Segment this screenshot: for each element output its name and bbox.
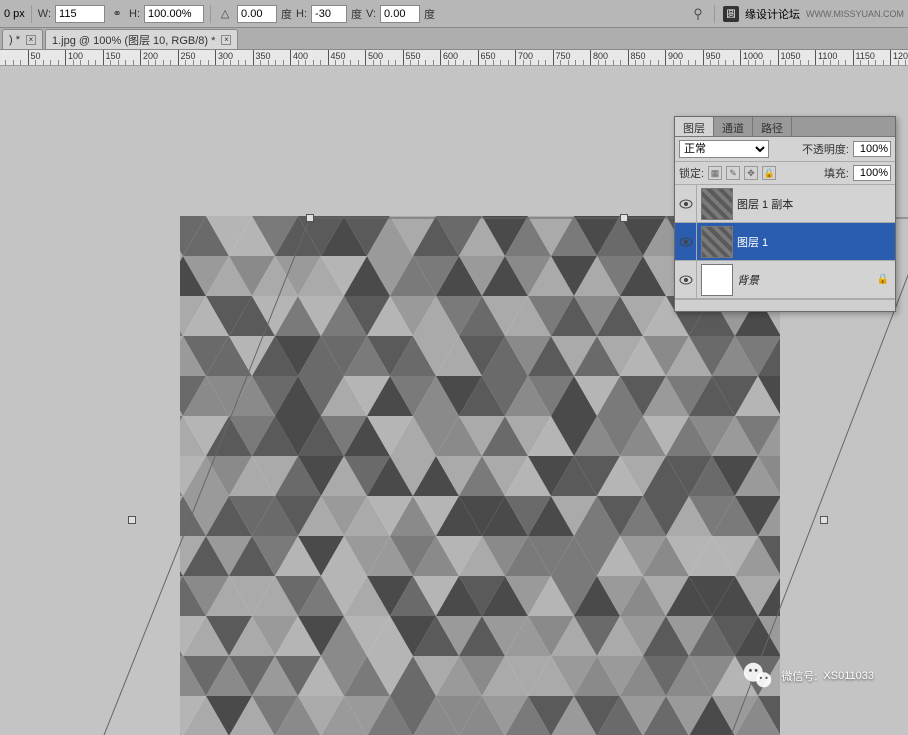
document-tab[interactable]: ) * × [2, 29, 43, 49]
lock-icon: 🔒 [877, 274, 889, 285]
transform-handle[interactable] [820, 516, 828, 524]
angle-input[interactable] [237, 5, 277, 23]
skew-h-unit: 度 [351, 6, 362, 22]
lock-pixels-icon[interactable]: ✎ [726, 166, 740, 180]
skew-v-label: V: [366, 8, 376, 20]
layer-name[interactable]: 图层 1 副本 [737, 196, 793, 212]
horizontal-ruler: 0501001502002503003504004505005506006507… [0, 50, 908, 66]
visibility-toggle[interactable] [675, 223, 697, 260]
width-label: W: [38, 8, 51, 20]
opacity-input[interactable] [853, 141, 891, 157]
panel-footer [675, 299, 895, 311]
layer-list: 图层 1 副本图层 1 背景 🔒 [675, 185, 895, 299]
height-label: H: [129, 8, 140, 20]
forum-text: 缘设计论坛 [745, 6, 800, 22]
eye-icon [679, 275, 693, 285]
ruler-tool-icon[interactable] [690, 6, 706, 22]
height-input[interactable] [144, 5, 204, 23]
site-logo-icon: 圆 [723, 6, 739, 22]
layers-panel[interactable]: 图层 通道 路径 正常 不透明度: 锁定: ▦ ✎ ✥ 🔒 填充: 图层 1 副… [674, 116, 896, 312]
angle-icon: △ [217, 6, 233, 22]
skew-v-unit: 度 [424, 6, 435, 22]
tab-title: ) * [9, 34, 20, 46]
eye-icon [679, 199, 693, 209]
tab-channels[interactable]: 通道 [714, 117, 753, 136]
close-icon[interactable]: × [26, 35, 36, 45]
visibility-toggle[interactable] [675, 185, 697, 222]
fill-input[interactable] [853, 165, 891, 181]
opacity-label: 不透明度: [802, 141, 849, 157]
wechat-watermark: 微信号: XS011033 [741, 659, 874, 693]
angle-unit: 度 [281, 6, 292, 22]
wechat-label: 微信号: [781, 668, 817, 684]
transform-handle[interactable] [620, 214, 628, 222]
fill-label: 填充: [824, 165, 849, 181]
layer-item[interactable]: 背景 🔒 [675, 261, 895, 299]
document-tab[interactable]: 1.jpg @ 100% (图层 10, RGB/8) * × [45, 29, 238, 49]
blend-opacity-row: 正常 不透明度: [675, 137, 895, 162]
transform-options-bar: 0 px W: ⚭ H: △ 度 H: 度 V: 度 圆 缘设计论坛 WWW.M… [0, 0, 908, 28]
layer-name[interactable]: 背景 [737, 272, 759, 288]
layer-thumbnail[interactable] [701, 226, 733, 258]
transform-handle[interactable] [128, 516, 136, 524]
lock-position-icon[interactable]: ✥ [744, 166, 758, 180]
lock-label: 锁定: [679, 165, 704, 181]
link-icon[interactable]: ⚭ [109, 6, 125, 22]
transform-handle[interactable] [306, 214, 314, 222]
wechat-id: XS011033 [823, 670, 874, 682]
skew-v-input[interactable] [380, 5, 420, 23]
wechat-icon [741, 659, 775, 693]
blend-mode-select[interactable]: 正常 [679, 140, 769, 158]
site-url: WWW.MISSYUAN.COM [806, 9, 904, 19]
skew-h-label: H: [296, 8, 307, 20]
layer-thumbnail[interactable] [701, 188, 733, 220]
lock-transparency-icon[interactable]: ▦ [708, 166, 722, 180]
layer-thumbnail[interactable] [701, 264, 733, 296]
lock-all-icon[interactable]: 🔒 [762, 166, 776, 180]
layer-name[interactable]: 图层 1 [737, 234, 768, 250]
tab-title: 1.jpg @ 100% (图层 10, RGB/8) * [52, 32, 215, 48]
lock-fill-row: 锁定: ▦ ✎ ✥ 🔒 填充: [675, 162, 895, 185]
x-value: 0 px [4, 8, 25, 20]
tab-paths[interactable]: 路径 [753, 117, 792, 136]
skew-h-input[interactable] [311, 5, 347, 23]
close-icon[interactable]: × [221, 35, 231, 45]
document-tab-bar: ) * × 1.jpg @ 100% (图层 10, RGB/8) * × [0, 28, 908, 50]
eye-icon [679, 237, 693, 247]
tab-layers[interactable]: 图层 [675, 117, 714, 136]
width-input[interactable] [55, 5, 105, 23]
panel-tab-bar: 图层 通道 路径 [675, 117, 895, 137]
visibility-toggle[interactable] [675, 261, 697, 298]
layer-item[interactable]: 图层 1 副本 [675, 185, 895, 223]
layer-item[interactable]: 图层 1 [675, 223, 895, 261]
